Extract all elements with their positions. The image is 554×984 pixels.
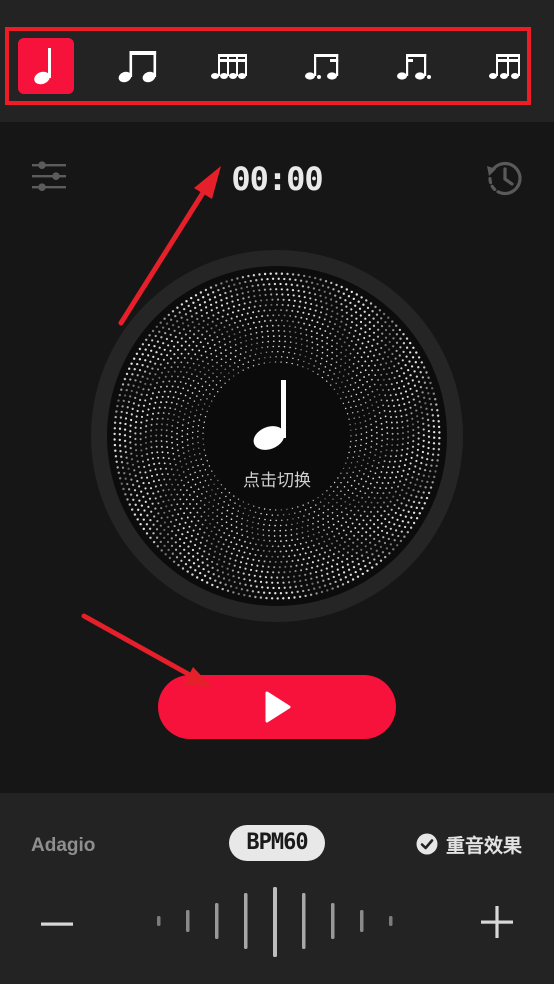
- history-icon[interactable]: [484, 157, 526, 199]
- bpm-badge[interactable]: BPM60: [229, 825, 325, 861]
- highlight-frame: [5, 27, 531, 105]
- beat-dial[interactable]: 点击切换: [91, 250, 463, 622]
- rhythm-selector-bar: [0, 0, 554, 122]
- elapsed-timer: 00:00: [231, 160, 323, 198]
- sliders-icon[interactable]: [30, 157, 68, 195]
- quarter-note-icon: [253, 380, 286, 450]
- accent-toggle[interactable]: 重音效果: [416, 831, 522, 857]
- tempo-panel: Adagio BPM60 重音效果: [0, 793, 554, 984]
- check-circle-icon: [416, 833, 438, 855]
- minus-icon[interactable]: [38, 905, 76, 943]
- bpm-slider[interactable]: [150, 883, 402, 965]
- metronome-screen: 00:00 点击切换 Adagio BPM60 重音效果: [0, 0, 554, 984]
- tempo-marking: Adagio: [31, 835, 96, 856]
- accent-label: 重音效果: [446, 835, 523, 857]
- play-icon: [265, 691, 291, 723]
- plus-icon[interactable]: [478, 903, 516, 941]
- dial-hint-text: 点击切换: [243, 471, 311, 490]
- play-button[interactable]: [158, 675, 396, 739]
